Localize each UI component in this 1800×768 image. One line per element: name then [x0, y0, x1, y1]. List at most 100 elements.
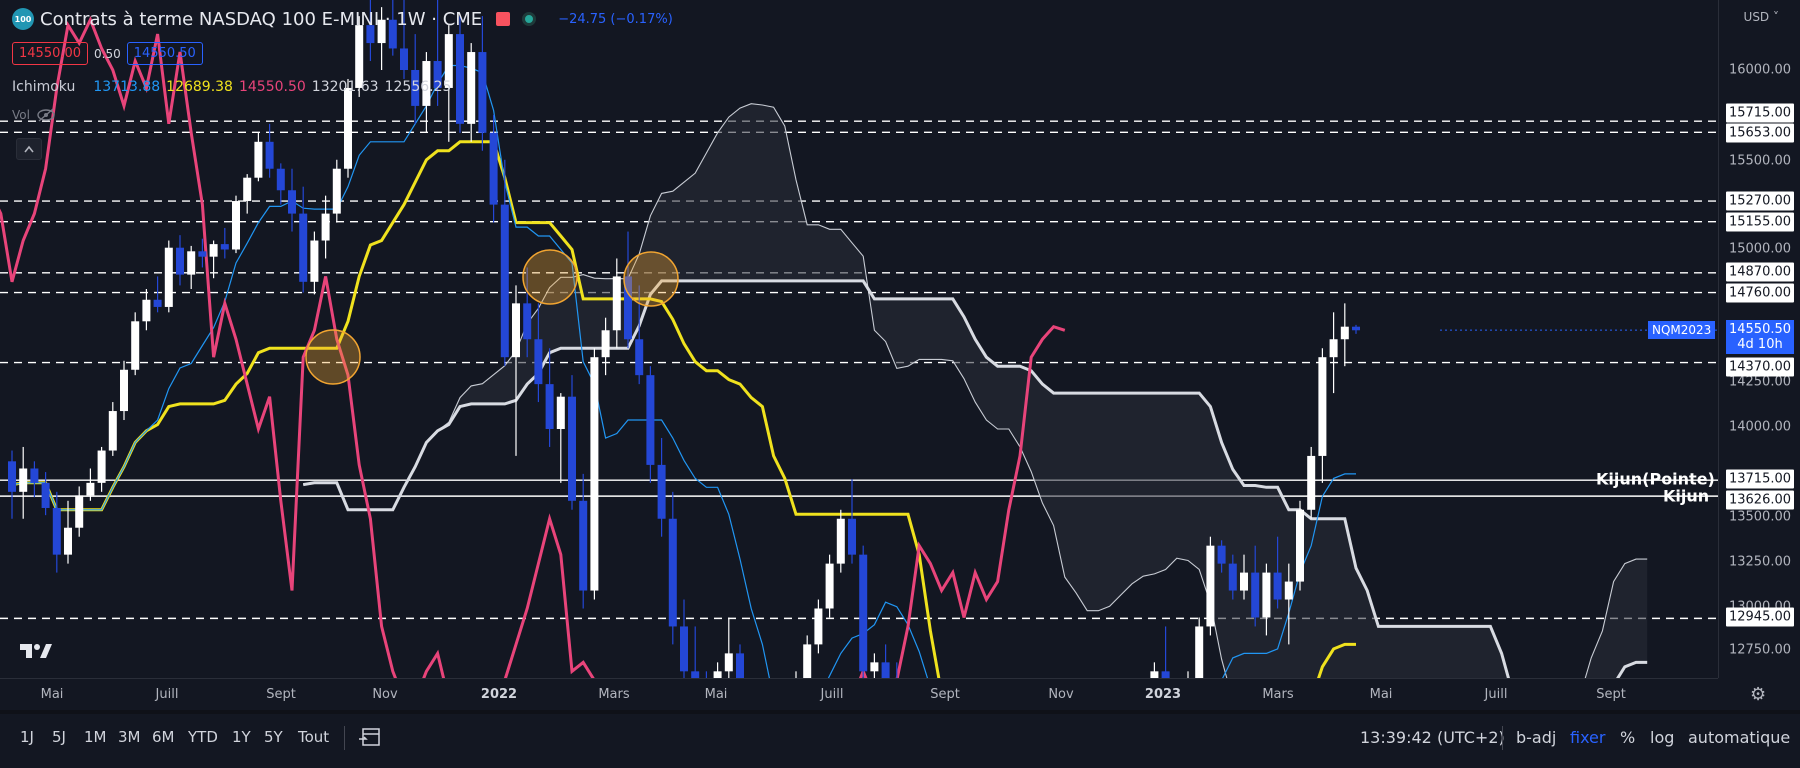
level-label: 15270.00 — [1726, 191, 1794, 211]
candle-body — [601, 330, 610, 358]
price-tick: 13250.00 — [1728, 554, 1791, 570]
currency-selector[interactable]: USD ˅ — [1744, 10, 1779, 24]
candle-body — [52, 507, 61, 555]
level-label: 15653.00 — [1726, 123, 1794, 143]
candle-body — [1307, 455, 1316, 510]
sell-button[interactable]: 14550.00 — [12, 42, 89, 65]
level-label: 12945.00 — [1726, 607, 1794, 627]
time-tick: Juill — [820, 687, 844, 702]
percent-toggle[interactable]: % — [1620, 728, 1635, 747]
candle-body — [713, 671, 722, 678]
price-chart[interactable] — [0, 0, 1718, 678]
price-tick: 16000.00 — [1728, 62, 1791, 78]
price-tick: 14000.00 — [1728, 419, 1791, 435]
symbol-logo[interactable]: 100 — [12, 8, 34, 30]
symbol-title[interactable]: Contrats à terme NASDAQ 100 E-MINI · 1W … — [40, 9, 482, 30]
record-dot-icon[interactable] — [496, 12, 511, 26]
candle-body — [187, 251, 196, 275]
clock-timezone[interactable]: 13:39:42 (UTC+2) — [1360, 728, 1505, 747]
volume-legend[interactable]: Vol — [12, 108, 56, 122]
timeframe-all[interactable]: Tout — [298, 728, 329, 746]
candle-body — [332, 168, 341, 214]
ichimoku-base-value: 12689.38 — [166, 79, 233, 95]
candle-body — [803, 644, 812, 678]
timeframe-ytd[interactable]: YTD — [188, 728, 218, 746]
candle-body — [545, 384, 554, 429]
candle-body — [265, 141, 274, 169]
fixer-toggle[interactable]: fixer — [1570, 728, 1605, 747]
time-tick: Mai — [1369, 687, 1393, 702]
candle-body — [120, 369, 128, 412]
price-axis[interactable]: USD ˅ 16000.00 15500.00 15000.00 14250.0… — [1718, 0, 1800, 678]
time-tick: Nov — [1048, 687, 1074, 702]
collapse-legend-button[interactable] — [16, 138, 42, 160]
gear-icon[interactable]: ⚙ — [1750, 684, 1766, 705]
candle-body — [41, 482, 50, 508]
market-status-icon[interactable] — [522, 12, 537, 26]
level-label: 14870.00 — [1726, 262, 1794, 282]
candle-body — [75, 495, 84, 528]
candle-body — [232, 201, 240, 250]
time-axis[interactable]: Mai Juill Sept Nov 2022 Mars Mai Juill S… — [0, 678, 1718, 709]
goto-date-icon[interactable] — [358, 726, 382, 752]
auto-toggle[interactable]: automatique — [1688, 728, 1790, 747]
candle-body — [646, 375, 655, 465]
chevron-up-icon — [24, 145, 34, 153]
bottom-toolbar: 1J 5J 1M 3M 6M YTD 1Y 5Y Tout 13:39:42 (… — [0, 710, 1800, 768]
candle-body — [1284, 581, 1293, 600]
timeframe-1m[interactable]: 1M — [84, 728, 107, 746]
candle-body — [254, 141, 263, 178]
divider — [344, 726, 345, 750]
highlight-circle — [623, 251, 679, 307]
candle-body — [288, 190, 296, 214]
time-tick: Juill — [1484, 687, 1508, 702]
indicator-name[interactable]: Ichimoku — [12, 79, 75, 95]
candle-body — [1228, 563, 1237, 591]
bar-countdown: 4d 10h — [1737, 337, 1783, 352]
candle-body — [209, 244, 218, 257]
candle-body — [1273, 572, 1282, 600]
timeframe-1y[interactable]: 1Y — [232, 728, 251, 746]
candle-body — [176, 247, 184, 275]
badj-toggle[interactable]: b-adj — [1516, 728, 1556, 747]
timeframe-5d[interactable]: 5J — [52, 728, 66, 746]
candle-body — [142, 299, 151, 322]
time-tick: Juill — [155, 687, 179, 702]
candle-body — [1262, 572, 1271, 618]
candle-body — [590, 357, 599, 591]
candle-body — [467, 52, 476, 124]
price-tick: 15000.00 — [1728, 241, 1791, 257]
log-toggle[interactable]: log — [1650, 728, 1674, 747]
candle-body — [310, 240, 319, 282]
candle-body — [64, 527, 72, 555]
candle-body — [400, 48, 408, 70]
candle-body — [86, 482, 95, 496]
volume-label[interactable]: Vol — [12, 108, 30, 122]
candle-body — [1161, 671, 1170, 678]
candle-body — [836, 518, 845, 564]
timeframe-6m[interactable]: 6M — [152, 728, 175, 746]
timeframe-5y[interactable]: 5Y — [264, 728, 283, 746]
candle-body — [456, 34, 464, 124]
timeframe-3m[interactable]: 3M — [118, 728, 141, 746]
ichimoku-legend[interactable]: Ichimoku 13713.88 12689.38 14550.50 1320… — [12, 79, 451, 95]
eye-off-icon[interactable] — [36, 108, 56, 122]
candle-body — [680, 626, 688, 672]
tradingview-logo[interactable] — [18, 640, 54, 665]
time-tick: Mai — [704, 687, 728, 702]
candle-body — [344, 87, 352, 169]
time-tick: Mai — [40, 687, 64, 702]
chart-area[interactable]: 100 Contrats à terme NASDAQ 100 E-MINI ·… — [0, 0, 1718, 678]
buy-button[interactable]: 14550.50 — [126, 42, 203, 65]
symbol-legend: 100 Contrats à terme NASDAQ 100 E-MINI ·… — [12, 8, 673, 30]
candle-body — [870, 662, 879, 672]
price-change: −24.75 (−0.17%) — [558, 11, 673, 27]
candle-body — [568, 396, 576, 501]
candle-body — [299, 213, 308, 282]
timeframe-1d[interactable]: 1J — [20, 728, 34, 746]
trade-buttons: 14550.00 0.50 14550.50 — [12, 42, 203, 65]
price-tick: 14250.00 — [1728, 374, 1791, 390]
time-tick: 2023 — [1144, 687, 1182, 702]
symbol-badge[interactable]: NQM2023 — [1648, 321, 1716, 339]
candle-body — [825, 563, 834, 609]
